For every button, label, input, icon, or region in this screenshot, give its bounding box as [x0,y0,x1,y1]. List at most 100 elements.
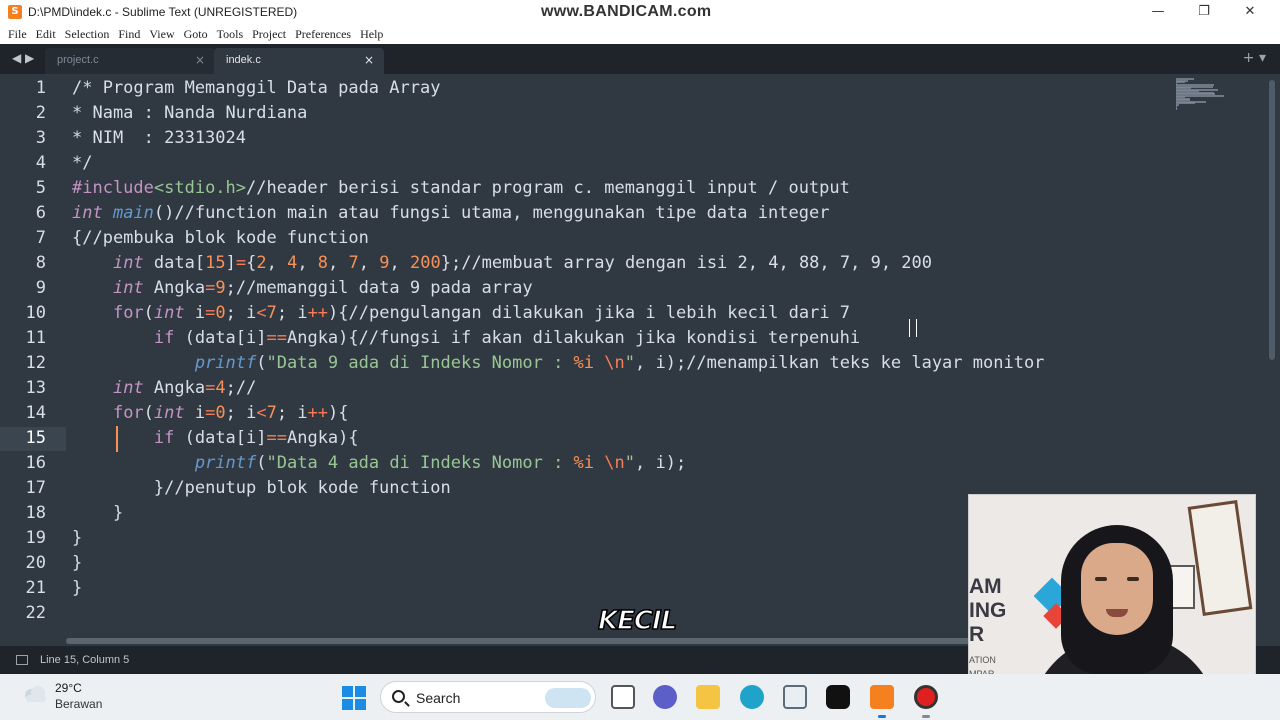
code-line[interactable]: #include<stdio.h>//header berisi standar… [72,178,850,198]
cloudy-weather-icon[interactable] [22,684,48,704]
code-line[interactable]: int main()//function main atau fungsi ut… [72,203,829,223]
line-number: 11 [25,328,46,348]
code-token: /* Program Memanggil Data pada Array [72,78,441,98]
code-line[interactable]: }//penutup blok kode function [72,478,451,498]
tiktok-icon[interactable] [826,685,850,709]
code-line[interactable]: /* Program Memanggil Data pada Array [72,78,440,98]
chat-icon[interactable] [653,685,677,709]
line-number: 14 [25,403,46,423]
menu-goto[interactable]: Goto [184,27,208,42]
code-line[interactable]: if (data[i]==Angka){//fungsi if akan dil… [72,328,860,348]
code-line[interactable]: */ [72,153,92,173]
line-number: 4 [35,153,46,173]
code-token: 0 [215,403,226,423]
code-token: ; i [276,303,308,323]
code-token: 0 [215,303,226,323]
code-line[interactable]: } [72,528,82,548]
code-token: if [153,328,175,348]
minimap-line [1176,102,1195,104]
code-token: ++ [307,303,329,323]
tab-label: indek.c [226,54,261,66]
code-line[interactable]: printf("Data 9 ada di Indeks Nomor : %i … [72,353,1045,373]
code-token: int [153,303,185,323]
code-token: ; i [225,403,257,423]
tab-nav-arrows-icon[interactable]: ◀ ▶ [12,51,34,65]
code-token: if [153,428,175,448]
code-line[interactable]: printf("Data 4 ada di Indeks Nomor : %i … [72,453,686,473]
windows-start-icon[interactable] [342,686,366,710]
code-token: 2 [256,253,267,273]
code-token: //header berisi standar program c. meman… [246,178,850,198]
menu-find[interactable]: Find [118,27,140,42]
code-token: ;// [225,378,257,398]
menu-view[interactable]: View [149,27,174,42]
code-line[interactable]: {//pembuka blok kode function [72,228,369,248]
code-token: ()//function main atau fungsi utama, men… [153,203,830,223]
code-token: 7 [266,303,277,323]
code-token: { [246,253,257,273]
menu-file[interactable]: File [8,27,27,42]
menu-preferences[interactable]: Preferences [295,27,351,42]
menu-tools[interactable]: Tools [217,27,244,42]
code-token: } [72,553,83,573]
new-tab-icon[interactable]: + ▾ [1243,50,1266,66]
menu-help[interactable]: Help [360,27,383,42]
code-token: Angka [143,378,206,398]
presenter-eye [1127,577,1139,581]
code-token: %i [573,453,595,473]
menu-project[interactable]: Project [252,27,286,42]
code-token: = [205,403,216,423]
code-token: i [184,403,206,423]
code-token: = [205,378,216,398]
scrollbar-thumb[interactable] [1269,80,1275,360]
code-line[interactable]: int Angka=4;// [72,378,256,398]
tab-close-icon[interactable]: × [364,53,374,67]
code-token: printf [194,353,257,373]
vertical-scrollbar[interactable] [1266,74,1280,634]
bandicam-record-icon[interactable] [914,685,938,709]
store-icon[interactable] [783,685,807,709]
tab-project-c[interactable]: project.c × [45,48,215,74]
code-line[interactable]: } [72,553,82,573]
bandicam-watermark: www.BANDICAM.com [541,3,712,20]
menu-edit[interactable]: Edit [36,27,56,42]
code-line[interactable]: if (data[i]==Angka){ [72,428,359,448]
code-line[interactable]: } [72,578,82,598]
line-number: 6 [35,203,46,223]
weather-temperature[interactable]: 29°C [55,681,82,695]
running-app-indicator [922,715,930,718]
tab-close-icon[interactable]: × [195,53,205,67]
code-line[interactable]: int data[15]={2, 4, 8, 7, 9, 200};//memb… [72,253,932,273]
code-line[interactable]: * NIM : 23313024 [72,128,246,148]
code-token: "Data 4 ada di Indeks Nomor : [266,453,574,473]
minimap[interactable] [1172,74,1266,114]
code-line[interactable]: int Angka=9;//memanggil data 9 pada arra… [72,278,533,298]
maximize-button[interactable]: ❐ [1181,0,1227,24]
panel-toggle-icon[interactable] [16,655,28,665]
line-number: 3 [35,128,46,148]
code-line[interactable]: for(int i=0; i<7; i++){ [72,403,349,423]
code-line[interactable]: * Nama : Nanda Nurdiana [72,103,307,123]
presenter-eye [1095,577,1107,581]
menu-selection[interactable]: Selection [65,27,110,42]
code-token: == [266,328,287,348]
code-line[interactable]: } [72,503,123,523]
code-line[interactable]: for(int i=0; i<7; i++){//pengulangan dil… [72,303,850,323]
close-button[interactable]: ✕ [1227,0,1273,24]
taskbar-search[interactable]: Search [380,681,596,713]
file-explorer-icon[interactable] [696,685,720,709]
code-token: , [266,253,288,273]
task-view-icon[interactable] [611,685,635,709]
minimize-button[interactable]: — [1135,0,1181,24]
weather-condition[interactable]: Berawan [55,697,102,711]
presenter-face [1081,543,1153,635]
edge-browser-icon[interactable] [740,685,764,709]
code-token: \n [604,453,625,473]
sublime-text-icon[interactable] [870,685,894,709]
tab-indek-c[interactable]: indek.c × [214,48,384,74]
